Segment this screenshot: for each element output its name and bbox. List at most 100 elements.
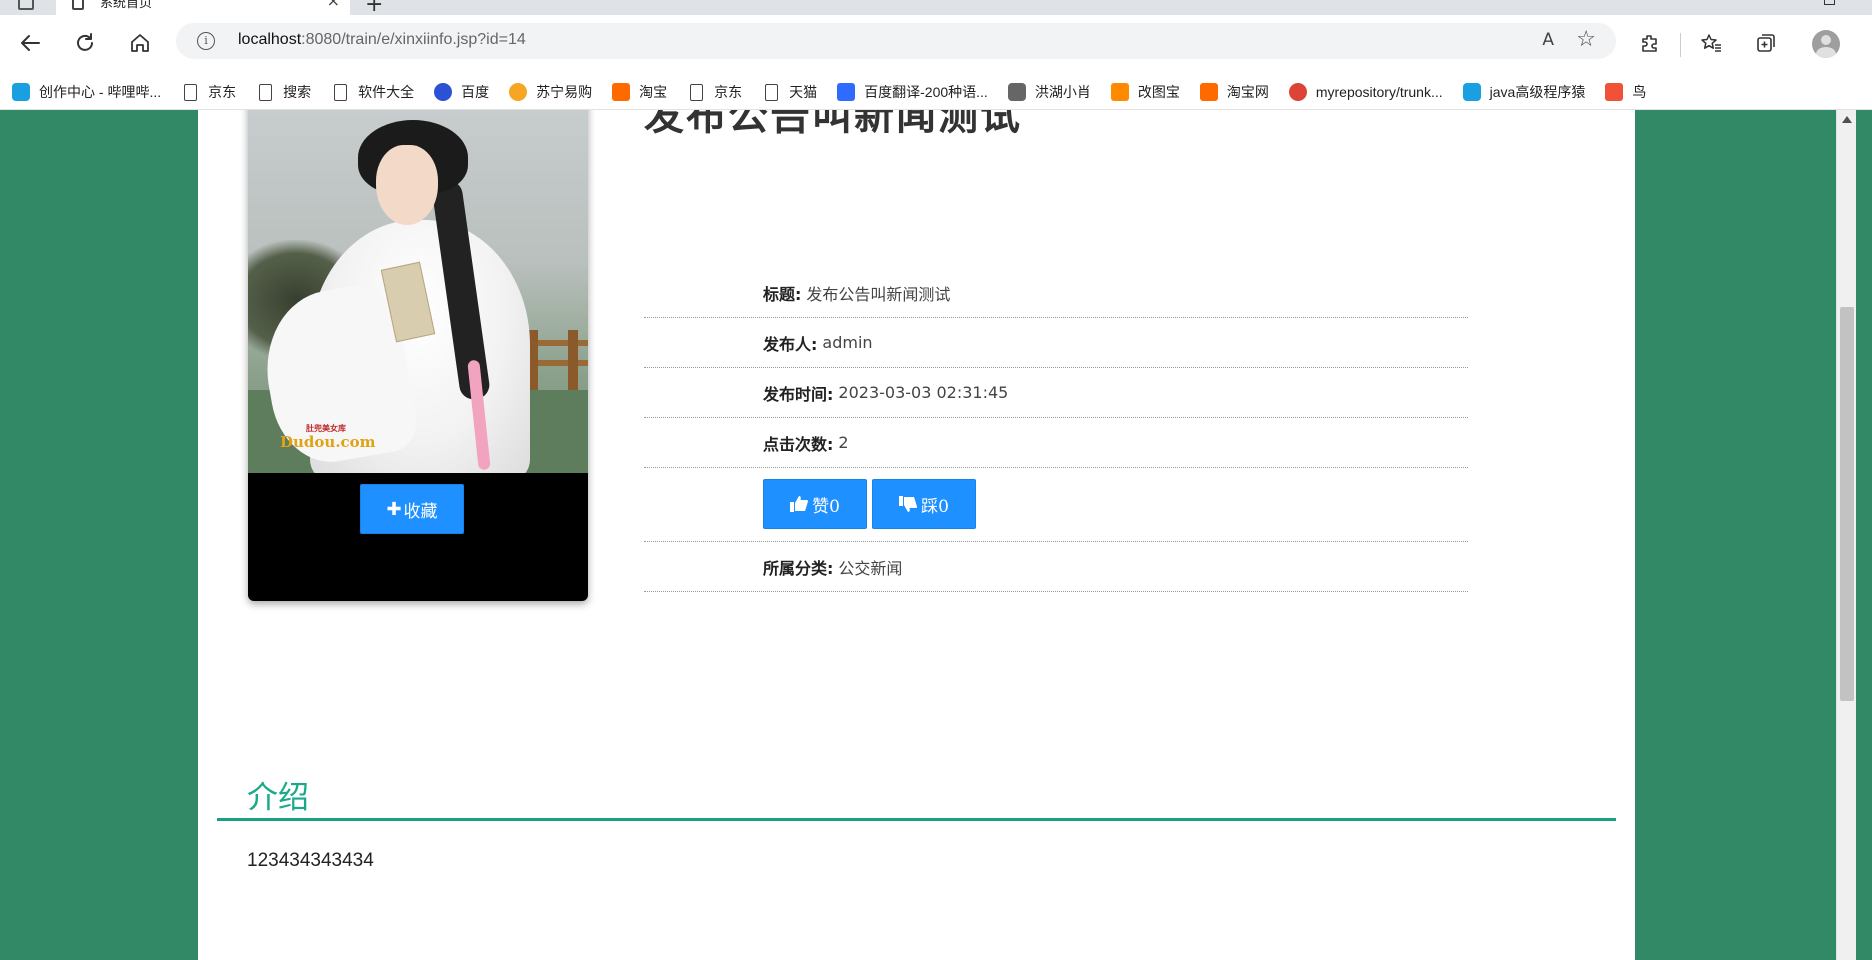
bird-icon xyxy=(1007,83,1026,101)
like-label: 赞0 xyxy=(812,496,840,517)
bookmark-label: java高级程序猿 xyxy=(1489,84,1586,100)
baidu-icon xyxy=(434,83,453,101)
intro-body: 123434343434 xyxy=(247,850,374,871)
bookmark-item[interactable]: 鸟 xyxy=(1605,82,1646,102)
scrollbar-thumb[interactable] xyxy=(1840,307,1854,701)
dislike-button[interactable]: 踩0 xyxy=(872,479,976,529)
bookmark-item[interactable]: 百度 xyxy=(434,82,489,102)
info-row-title: 标题: 发布公告叫新闻测试 xyxy=(644,268,1468,318)
chrome-icon xyxy=(1288,83,1307,101)
info-row-vote: 赞0 踩0 xyxy=(644,468,1468,542)
bookmark-item[interactable]: 苏宁易购 xyxy=(509,82,592,102)
bookmark-label: 软件大全 xyxy=(358,84,415,100)
home-icon[interactable] xyxy=(126,29,154,57)
address-bar[interactable]: i localhost:8080/train/e/xinxiinfo.jsp?i… xyxy=(176,23,1616,59)
page-scrollbar[interactable] xyxy=(1836,110,1856,960)
bookmark-label: myrepository/trunk... xyxy=(1315,84,1443,100)
add-favorite-icon[interactable]: ☆ xyxy=(1576,27,1596,52)
site-info-icon[interactable]: i xyxy=(197,32,215,50)
bookmark-item[interactable]: 洪湖小肖 xyxy=(1007,82,1091,102)
like-button[interactable]: 赞0 xyxy=(763,479,867,529)
taobao-icon xyxy=(1199,83,1218,101)
article-photo: 肚兜美女库 Dudou.com xyxy=(248,110,588,473)
close-tab-icon[interactable]: × xyxy=(327,0,340,10)
taobao-icon xyxy=(612,83,631,101)
collections-icon[interactable] xyxy=(1752,29,1780,57)
extensions-icon[interactable] xyxy=(1636,29,1664,57)
browser-tab[interactable]: 系统首页 × xyxy=(56,0,350,15)
info-row-category: 所属分类: 公交新闻 xyxy=(644,542,1468,592)
bookmark-item[interactable]: 天猫 xyxy=(762,82,817,102)
new-tab-icon[interactable]: + xyxy=(365,0,383,15)
photo-face xyxy=(376,145,438,225)
title-label: 标题: xyxy=(763,284,802,304)
bookmark-label: 百度翻译-200种语... xyxy=(864,84,988,100)
bookmark-label: 京东 xyxy=(714,84,743,100)
thumbs-up-icon xyxy=(790,496,809,512)
bookmark-item[interactable]: 京东 xyxy=(687,82,742,102)
bilibili-icon xyxy=(12,83,30,101)
bookmark-item[interactable]: 创作中心 - 哔哩哔... xyxy=(12,82,161,102)
article-heading: 发布公告叫新闻测试 xyxy=(644,110,1022,139)
page-icon xyxy=(184,83,198,101)
read-aloud-icon[interactable]: A xyxy=(1542,30,1554,50)
bookmarks-bar: 创作中心 - 哔哩哔... 京东 搜索 软件大全 百度 苏宁易购 淘宝 京东 天猫 百度翻译-20… xyxy=(0,75,1872,110)
tab-title: 系统首页 xyxy=(100,0,153,11)
bookmark-label: 鸟 xyxy=(1632,84,1647,100)
favorites-icon[interactable] xyxy=(1697,29,1725,57)
suning-icon xyxy=(509,83,528,101)
time-value: 2023-03-03 02:31:45 xyxy=(838,383,1009,402)
plus-icon: ✚ xyxy=(386,498,402,520)
intro-divider xyxy=(217,818,1616,821)
bookmark-label: 百度 xyxy=(461,84,490,100)
page-viewport: 肚兜美女库 Dudou.com ✚ 收藏 发布公告叫新闻测试 标题: 发布公告叫新… xyxy=(0,110,1872,960)
intro-title: 介绍 xyxy=(247,780,309,816)
info-row-time: 发布时间: 2023-03-03 02:31:45 xyxy=(644,368,1468,418)
bilibili-icon xyxy=(1462,83,1481,101)
url-text[interactable]: localhost:8080/train/e/xinxiinfo.jsp?id=… xyxy=(238,31,526,49)
bookmark-item[interactable]: 百度翻译-200种语... xyxy=(837,82,988,102)
back-icon[interactable] xyxy=(16,29,44,57)
bookmark-item[interactable]: myrepository/trunk... xyxy=(1288,83,1443,101)
publisher-label: 发布人: xyxy=(763,334,818,354)
bookmark-item[interactable]: 改图宝 xyxy=(1110,82,1180,102)
refresh-icon[interactable] xyxy=(71,29,99,57)
intro-card: 介绍 123434343434 xyxy=(198,700,1635,960)
bookmark-label: 淘宝 xyxy=(639,84,668,100)
bookmark-item[interactable]: 淘宝网 xyxy=(1199,82,1269,102)
restore-icon[interactable] xyxy=(1824,0,1835,5)
page-icon xyxy=(259,83,273,101)
toolbar-divider xyxy=(1680,33,1681,57)
clicks-label: 点击次数: xyxy=(763,434,834,454)
bookmark-item[interactable]: 京东 xyxy=(181,82,236,102)
tab-strip: 系统首页 × + xyxy=(0,0,1872,15)
bookmark-item[interactable]: 软件大全 xyxy=(331,82,414,102)
bookmark-label: 淘宝网 xyxy=(1226,84,1269,100)
url-path: :8080/train/e/xinxiinfo.jsp?id=14 xyxy=(301,31,526,48)
bookmark-item[interactable]: 搜索 xyxy=(256,82,311,102)
article-image-box: 肚兜美女库 Dudou.com ✚ 收藏 xyxy=(248,110,588,601)
time-label: 发布时间: xyxy=(763,384,834,404)
url-host: localhost xyxy=(238,31,302,48)
page-icon xyxy=(334,83,348,101)
favorite-button[interactable]: ✚ 收藏 xyxy=(360,484,464,534)
thumbs-down-icon xyxy=(899,496,918,512)
browser-toolbar: i localhost:8080/train/e/xinxiinfo.jsp?i… xyxy=(0,15,1872,75)
article-info-list: 标题: 发布公告叫新闻测试 发布人: admin 发布时间: 2023-03-0… xyxy=(644,268,1468,592)
title-value: 发布公告叫新闻测试 xyxy=(806,284,951,304)
page-icon xyxy=(72,0,84,10)
publisher-value: admin xyxy=(822,333,873,352)
page-icon xyxy=(765,83,779,101)
bookmark-label: 改图宝 xyxy=(1137,84,1180,100)
swift-icon xyxy=(1605,83,1624,101)
bookmark-label: 京东 xyxy=(208,84,237,100)
gaitubao-icon xyxy=(1110,83,1129,101)
bookmark-item[interactable]: java高级程序猿 xyxy=(1462,82,1586,102)
profile-avatar[interactable] xyxy=(1812,30,1840,58)
article-card: 肚兜美女库 Dudou.com ✚ 收藏 发布公告叫新闻测试 标题: 发布公告叫新… xyxy=(198,110,1635,785)
tab-actions-icon[interactable] xyxy=(18,0,34,10)
scroll-up-arrow-icon[interactable] xyxy=(1842,116,1852,123)
bookmark-item[interactable]: 淘宝 xyxy=(612,82,667,102)
category-value: 公交新闻 xyxy=(838,558,903,578)
bookmark-label: 天猫 xyxy=(789,84,818,100)
